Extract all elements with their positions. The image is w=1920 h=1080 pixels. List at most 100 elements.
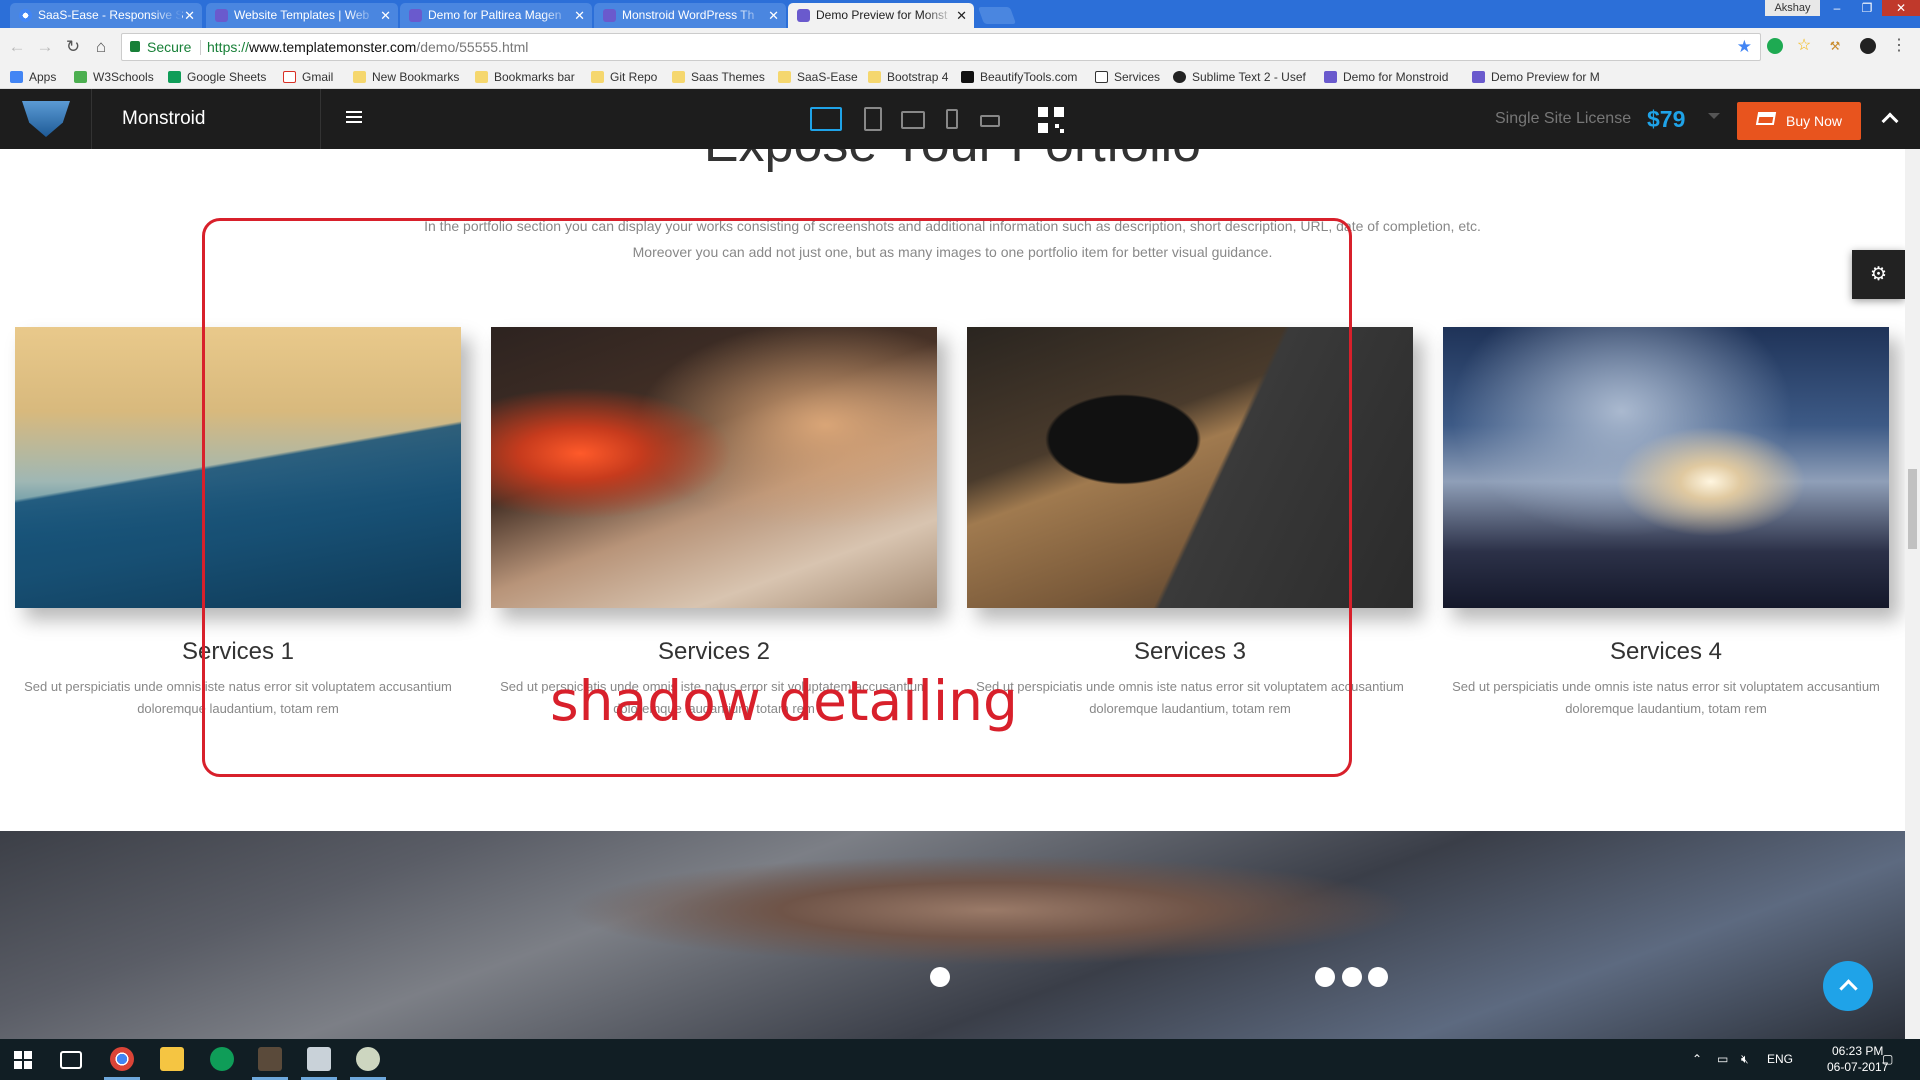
volume-mute-icon[interactable]: 🔇︎ xyxy=(1741,1039,1749,1080)
browser-tab[interactable]: Website Templates | Web ✕ xyxy=(206,3,398,28)
window-close-icon[interactable]: ✕ xyxy=(1882,0,1920,16)
close-icon[interactable]: ✕ xyxy=(380,3,391,28)
taskbar: ⌃ ▭ 🔇︎ ENG 06:23 PM 06-07-2017 ▢ xyxy=(0,1039,1920,1080)
bookmark-services[interactable]: Services xyxy=(1095,66,1160,89)
shield-logo-icon xyxy=(22,101,70,137)
clock[interactable]: 06:23 PM 06-07-2017 xyxy=(1827,1043,1888,1075)
bookmark-w3schools[interactable]: W3Schools xyxy=(74,66,154,89)
minimize-icon[interactable]: – xyxy=(1822,0,1852,16)
clock-date: 06-07-2017 xyxy=(1827,1060,1889,1074)
bookmark-folder[interactable]: Bookmarks bar xyxy=(475,66,575,89)
tab-title: Monstroid WordPress Th xyxy=(622,8,755,22)
extension-star-icon[interactable]: ☆ xyxy=(1796,38,1812,54)
windows-start-icon[interactable] xyxy=(14,1051,32,1069)
tab-fade xyxy=(924,3,954,28)
bookmark-folder[interactable]: Bootstrap 4 xyxy=(868,66,948,89)
bookmark-star-icon[interactable]: ★ xyxy=(1737,34,1752,60)
close-icon[interactable]: ✕ xyxy=(768,3,779,28)
phone-portrait-icon[interactable] xyxy=(946,109,958,129)
license-selector[interactable]: Single Site License xyxy=(1495,89,1631,149)
restore-icon[interactable]: ❐ xyxy=(1852,0,1882,16)
tab-fade xyxy=(542,3,572,28)
extension-hammer-icon[interactable]: ⚒ xyxy=(1827,38,1843,54)
collapse-toolbar-icon[interactable] xyxy=(1881,112,1899,130)
bookmark-folder[interactable]: Saas Themes xyxy=(672,66,765,89)
bookmark-label: Bootstrap 4 xyxy=(887,70,949,84)
close-icon[interactable]: ✕ xyxy=(574,3,585,28)
network-icon[interactable]: ▭ xyxy=(1717,1039,1728,1080)
tray-expand-icon[interactable]: ⌃ xyxy=(1692,1039,1702,1080)
buy-now-label: Buy Now xyxy=(1786,113,1843,129)
apps-grid-icon xyxy=(10,71,23,83)
github-icon xyxy=(1173,71,1186,83)
reload-icon[interactable]: ↻ xyxy=(62,36,84,58)
service-card[interactable]: Services 4 Sed ut perspiciatis unde omni… xyxy=(1443,327,1889,720)
bookmark-gmail[interactable]: Gmail xyxy=(283,66,333,89)
annotation-label: shadow detailing xyxy=(550,669,1018,733)
monstroid-logo[interactable] xyxy=(0,89,92,149)
close-icon[interactable]: ✕ xyxy=(184,3,195,28)
chevron-down-icon[interactable] xyxy=(1708,113,1720,119)
scroll-to-top-button[interactable] xyxy=(1823,961,1873,1011)
close-icon[interactable]: ✕ xyxy=(956,3,967,28)
paint-icon[interactable] xyxy=(356,1047,380,1071)
saas-ease-favicon-icon xyxy=(19,9,32,22)
bookmark-demo-preview[interactable]: Demo Preview for M xyxy=(1472,66,1600,89)
notifications-icon[interactable]: ▢ xyxy=(1882,1039,1893,1080)
bookmark-label: Bookmarks bar xyxy=(494,70,575,84)
hamburger-menu-icon[interactable] xyxy=(346,111,362,125)
secure-label: Secure xyxy=(147,39,192,55)
address-bar[interactable]: Secure https://www.templatemonster.com/d… xyxy=(121,33,1761,61)
bookmark-google-sheets[interactable]: Google Sheets xyxy=(168,66,266,89)
hangouts-icon[interactable] xyxy=(210,1047,234,1071)
bookmark-label: W3Schools xyxy=(93,70,154,84)
gmail-icon xyxy=(283,71,296,83)
bt-icon xyxy=(961,71,974,83)
w3schools-icon xyxy=(74,71,87,83)
folder-icon xyxy=(868,71,881,83)
bookmark-label: Google Sheets xyxy=(187,70,267,84)
bookmark-folder[interactable]: SaaS-Ease xyxy=(778,66,858,89)
extension-dark-icon[interactable] xyxy=(1860,38,1876,54)
browser-tab-active[interactable]: Demo Preview for Monst ✕ xyxy=(788,3,974,28)
qr-code-icon[interactable] xyxy=(1038,107,1064,133)
task-view-icon[interactable] xyxy=(60,1051,82,1069)
url-path: /demo/55555.html xyxy=(416,39,529,55)
bookmark-demo-monstroid[interactable]: Demo for Monstroid xyxy=(1324,66,1448,89)
clouds-image xyxy=(1443,327,1889,608)
folder-icon xyxy=(672,71,685,83)
profile-name[interactable]: Akshay xyxy=(1765,0,1820,16)
bookmark-folder[interactable]: Git Repo xyxy=(591,66,657,89)
printer-icon[interactable] xyxy=(307,1047,331,1071)
tablet-portrait-icon[interactable] xyxy=(864,107,882,131)
hero-laptop-background xyxy=(0,831,1905,1039)
lock-icon xyxy=(130,41,140,52)
language-indicator[interactable]: ENG xyxy=(1767,1039,1793,1080)
scrollbar[interactable] xyxy=(1905,149,1920,1039)
chrome-menu-icon[interactable]: ⋮ xyxy=(1891,38,1907,54)
browser-tab[interactable]: SaaS-Ease - Responsive S ✕ xyxy=(10,3,202,28)
forward-icon[interactable]: → xyxy=(34,36,56,58)
app-icon[interactable] xyxy=(258,1047,282,1071)
templatemonster-favicon-icon xyxy=(797,9,810,22)
bookmark-label: Saas Themes xyxy=(691,70,765,84)
desktop-view-icon[interactable] xyxy=(810,107,842,131)
phone-landscape-icon[interactable] xyxy=(980,115,1000,127)
scroll-thumb[interactable] xyxy=(1908,469,1917,549)
bookmark-beautifytools[interactable]: BeautifyTools.com xyxy=(961,66,1077,89)
browser-tab[interactable]: Demo for Paltirea Magen ✕ xyxy=(400,3,592,28)
buy-now-button[interactable]: Buy Now xyxy=(1737,102,1861,140)
bookmark-apps[interactable]: Apps xyxy=(10,66,56,89)
bookmark-sublime[interactable]: Sublime Text 2 - Usef xyxy=(1173,66,1306,89)
dot xyxy=(1368,967,1388,987)
file-explorer-icon[interactable] xyxy=(160,1047,184,1071)
home-icon[interactable]: ⌂ xyxy=(90,36,112,58)
extension-green-icon[interactable] xyxy=(1767,38,1783,54)
new-tab-button[interactable] xyxy=(977,7,1017,24)
chrome-icon[interactable] xyxy=(110,1047,134,1071)
browser-tab[interactable]: Monstroid WordPress Th ✕ xyxy=(594,3,786,28)
back-icon[interactable]: ← xyxy=(6,36,28,58)
bookmark-folder[interactable]: New Bookmarks xyxy=(353,66,459,89)
gear-icon[interactable]: ⚙ xyxy=(1852,250,1905,299)
tablet-landscape-icon[interactable] xyxy=(901,111,925,129)
